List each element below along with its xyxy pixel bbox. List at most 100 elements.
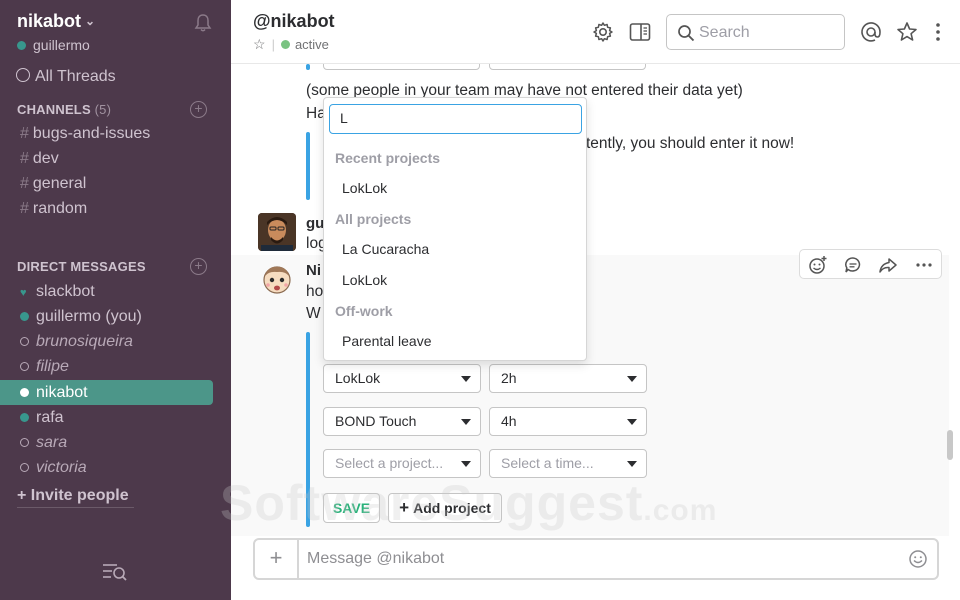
presence-online-icon [17,41,26,50]
all-threads-link[interactable]: All Threads [16,68,116,86]
dm-label: sara [36,434,68,451]
search-icon [678,25,695,42]
dropdown-option[interactable]: LokLok [342,180,387,196]
watermark: SoftwareSuggest.com [220,474,717,532]
all-threads-label: All Threads [35,68,116,85]
at-sign-icon[interactable] [859,20,883,44]
dm-label: filipe [36,358,69,375]
dm-item-slackbot[interactable]: ♥ slackbot [0,279,213,304]
add-channel-icon[interactable]: + [190,101,207,118]
current-user-name: guillermo [33,37,90,53]
dm-item-rafa[interactable]: rafa [0,405,213,430]
channel-title[interactable]: @nikabot [253,11,335,32]
team-name-menu[interactable]: nikabot ⌄ [17,11,95,32]
message-author[interactable]: gu [306,215,324,232]
start-thread-icon[interactable] [843,255,863,275]
user-photo-icon [258,213,296,251]
sidebar-item-bugs-and-issues[interactable]: # bugs-and-issues [20,122,150,146]
channels-count: (5) [94,102,112,117]
more-vertical-icon[interactable] [926,20,950,44]
project-select-value: LokLok [335,370,381,386]
channel-label: dev [32,150,59,167]
add-reaction-icon[interactable] [808,255,828,275]
star-outline-icon[interactable]: ☆ [253,36,266,52]
dm-label: guillermo (you) [36,308,142,325]
attachment-bar [306,64,310,70]
channel-header: @nikabot ☆ | active Search [231,0,960,64]
dropdown-filter-input[interactable]: L [329,104,582,134]
dropdown-option[interactable]: LokLok [342,272,387,288]
presence-online-icon [20,413,29,422]
caret-down-icon [627,419,637,425]
threads-icon [16,68,30,82]
dm-label: slackbot [36,283,95,300]
channel-label: bugs-and-issues [32,125,151,142]
current-user[interactable]: guillermo [17,37,90,53]
presence-online-icon [20,312,29,321]
dm-label: rafa [36,409,64,426]
channel-label: general [32,175,87,192]
avatar[interactable] [258,213,296,251]
add-dm-icon[interactable]: + [190,258,207,275]
sidebar-item-general[interactable]: # general [20,172,86,196]
time-select[interactable]: 2h [489,364,647,393]
time-select-value: 2h [501,370,517,386]
time-select-placeholder: Select a time... [501,455,594,471]
dm-item-victoria[interactable]: victoria [0,455,213,480]
caret-down-icon [461,376,471,382]
presence-away-icon [20,463,29,472]
team-name: nikabot [17,11,82,31]
sidebar: nikabot ⌄ guillermo All Threads CHANNELS … [0,0,231,600]
caret-down-icon [627,461,637,467]
message-input[interactable]: Message @nikabot [307,550,444,568]
watermark-suffix: .com [643,494,718,527]
attach-file-button[interactable]: + [255,540,299,578]
search-placeholder: Search [699,24,750,41]
quick-switcher-icon[interactable] [102,562,128,582]
select-remnant[interactable] [489,64,646,70]
dm-item-filipe[interactable]: filipe [0,354,213,379]
sidebar-item-dev[interactable]: # dev [20,147,59,171]
message-actions [799,249,942,279]
star-icon[interactable] [895,20,919,44]
dm-item-sara[interactable]: sara [0,430,213,455]
heart-icon: ♥ [20,287,27,299]
dm-item-nikabot[interactable]: nikabot [0,380,213,405]
presence-away-icon [20,362,29,371]
presence-away-icon [20,438,29,447]
dm-item-guillermo[interactable]: guillermo (you) [0,304,213,329]
dm-label: nikabot [36,384,88,401]
direct-messages-header[interactable]: DIRECT MESSAGES [17,259,146,274]
bell-icon[interactable] [193,13,213,33]
scrollbar-thumb[interactable] [947,430,953,460]
dm-item-brunosiqueira[interactable]: brunosiqueira [0,329,213,354]
caret-down-icon [461,419,471,425]
project-select[interactable]: BOND Touch [323,407,481,436]
time-select[interactable]: 4h [489,407,647,436]
invite-people-link[interactable]: + Invite people [17,487,134,508]
search-input[interactable]: Search [666,14,845,50]
project-select[interactable]: LokLok [323,364,481,393]
share-icon[interactable] [878,255,898,275]
watermark-text: SoftwareSuggest [220,475,644,531]
sidebar-toggle-icon[interactable] [628,20,652,44]
channels-header-label: CHANNELS [17,102,91,117]
gear-icon[interactable] [591,20,615,44]
more-horizontal-icon[interactable] [914,255,934,275]
message-composer: + Message @nikabot [253,538,939,580]
avatar[interactable] [258,261,296,299]
project-dropdown: L Recent projects LokLok All projects La… [323,97,587,361]
channel-meta: ☆ | active [253,36,329,52]
emoji-icon[interactable] [908,549,928,569]
message-author[interactable]: Ni [306,262,321,279]
dropdown-option[interactable]: La Cucaracha [342,241,429,257]
dropdown-group-label: Off-work [335,303,393,319]
dropdown-option[interactable]: Parental leave [342,333,432,349]
dropdown-group-label: Recent projects [335,150,441,166]
dropdown-group-label: All projects [335,211,412,227]
select-remnant[interactable] [323,64,480,70]
sidebar-item-random[interactable]: # random [20,197,87,221]
channels-header[interactable]: CHANNELS (5) [17,102,111,117]
caret-down-icon [461,461,471,467]
presence-away-icon [20,337,29,346]
